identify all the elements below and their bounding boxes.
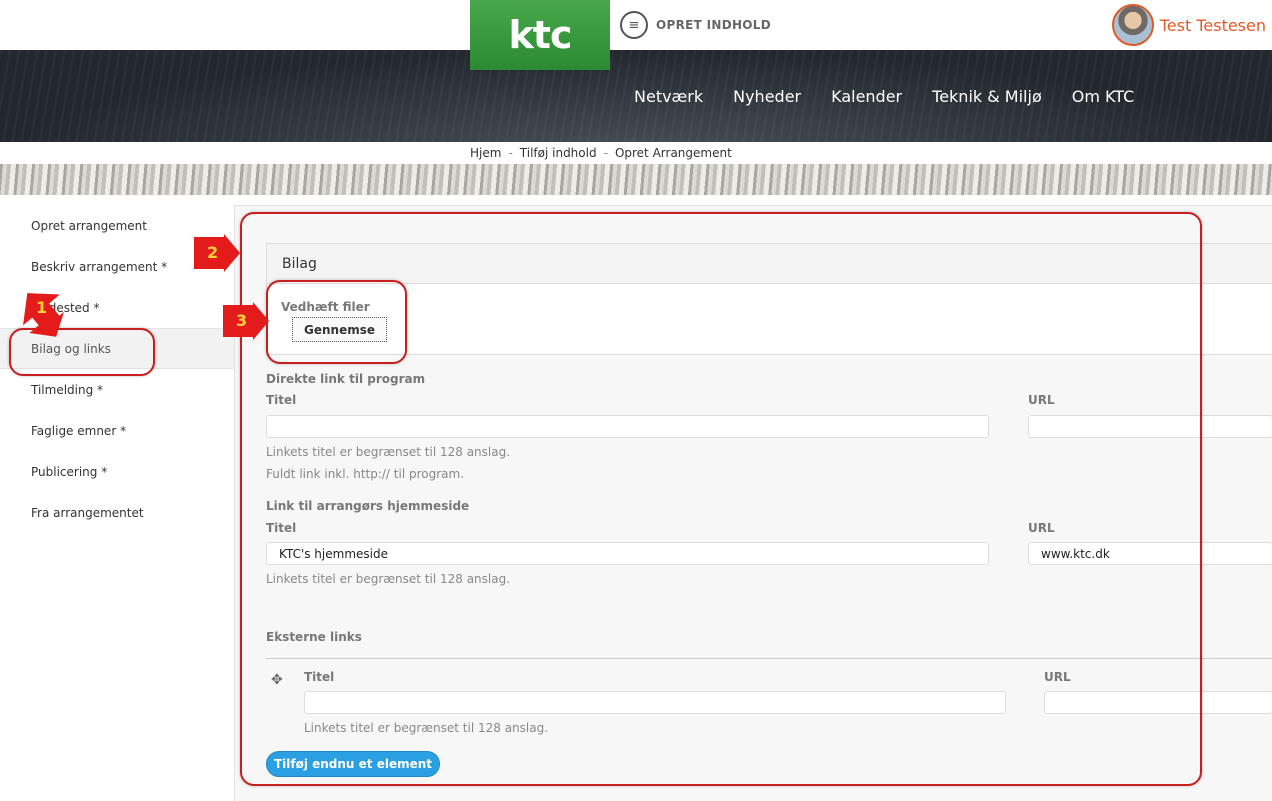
- sidebar-item-faglige[interactable]: Faglige emner *: [0, 410, 235, 451]
- breadcrumb-current: Opret Arrangement: [614, 146, 732, 160]
- breadcrumb-add-content[interactable]: Tilføj indhold: [520, 146, 597, 160]
- create-content-link[interactable]: ≡ OPRET INDHOLD: [620, 11, 771, 39]
- create-content-label: OPRET INDHOLD: [656, 18, 772, 32]
- annotation-number-1: 1: [36, 298, 48, 317]
- edit-list-icon: ≡: [620, 11, 648, 39]
- annotation-number-3: 3: [236, 311, 248, 330]
- annotation-highlight-3: [266, 280, 407, 364]
- nav-item-om-ktc[interactable]: Om KTC: [1072, 87, 1135, 106]
- avatar[interactable]: [1111, 4, 1154, 46]
- breadcrumb: Hjem - Tilføj indhold - Opret Arrangemen…: [470, 146, 732, 160]
- breadcrumb-home[interactable]: Hjem: [470, 146, 501, 160]
- user-menu[interactable]: Test Testesen: [1111, 4, 1266, 46]
- breadcrumb-bar: Hjem - Tilføj indhold - Opret Arrangemen…: [0, 142, 1272, 164]
- ktc-logo[interactable]: ktc: [470, 0, 610, 70]
- breadcrumb-separator: -: [508, 146, 513, 160]
- nav-item-netvaerk[interactable]: Netværk: [634, 87, 703, 106]
- nav-item-teknik-miljo[interactable]: Teknik & Miljø: [932, 87, 1042, 106]
- main-nav: Netværk Nyheder Kalender Teknik & Miljø …: [0, 50, 1272, 142]
- nav-item-kalender[interactable]: Kalender: [831, 87, 902, 106]
- sidebar-item-publicering[interactable]: Publicering *: [0, 451, 235, 492]
- user-name[interactable]: Test Testesen: [1160, 16, 1266, 35]
- breadcrumb-separator: -: [603, 146, 608, 160]
- annotation-number-2: 2: [207, 243, 219, 262]
- sidebar-item-fra-arrangementet[interactable]: Fra arrangementet: [0, 492, 235, 533]
- wood-banner: [0, 164, 1272, 195]
- top-bar: ktc ≡ OPRET INDHOLD Test Testesen: [0, 0, 1272, 70]
- nav-item-nyheder[interactable]: Nyheder: [733, 87, 801, 106]
- logo-text: ktc: [508, 13, 573, 57]
